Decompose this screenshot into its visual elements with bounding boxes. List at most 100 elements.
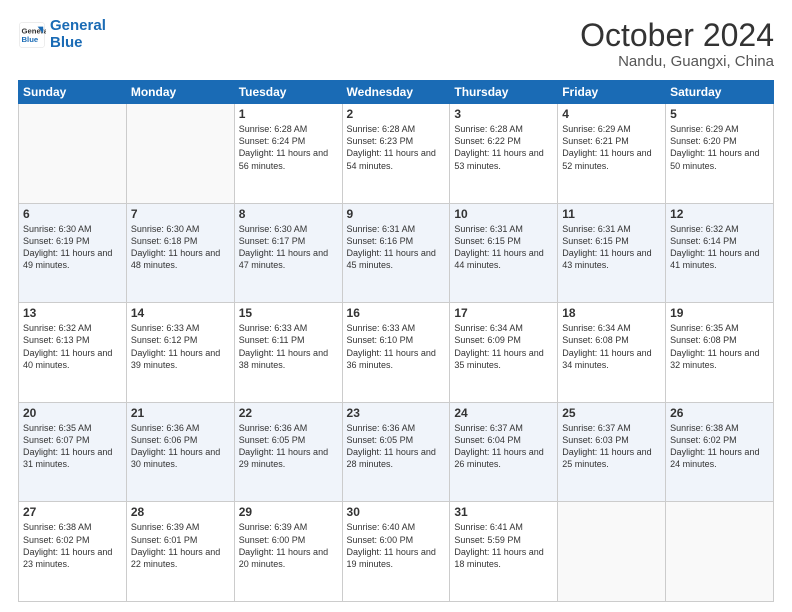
calendar-cell: 7 Sunrise: 6:30 AM Sunset: 6:18 PM Daylig…	[126, 203, 234, 303]
day-info: Sunrise: 6:28 AM Sunset: 6:22 PM Dayligh…	[454, 123, 553, 172]
day-number: 15	[239, 306, 338, 320]
day-info: Sunrise: 6:30 AM Sunset: 6:18 PM Dayligh…	[131, 223, 230, 272]
svg-text:Blue: Blue	[22, 35, 39, 44]
day-info: Sunrise: 6:31 AM Sunset: 6:15 PM Dayligh…	[562, 223, 661, 272]
day-number: 19	[670, 306, 769, 320]
day-info: Sunrise: 6:33 AM Sunset: 6:11 PM Dayligh…	[239, 322, 338, 371]
day-info: Sunrise: 6:37 AM Sunset: 6:03 PM Dayligh…	[562, 422, 661, 471]
day-info: Sunrise: 6:29 AM Sunset: 6:21 PM Dayligh…	[562, 123, 661, 172]
day-number: 13	[23, 306, 122, 320]
calendar-cell: 1 Sunrise: 6:28 AM Sunset: 6:24 PM Daylig…	[234, 104, 342, 204]
day-number: 17	[454, 306, 553, 320]
calendar-cell: 21 Sunrise: 6:36 AM Sunset: 6:06 PM Dayli…	[126, 402, 234, 502]
calendar-cell: 8Sunrise: 6:30 AM Sunset: 6:17 PM Daylig…	[234, 203, 342, 303]
day-number: 16	[347, 306, 446, 320]
calendar-cell: 27 Sunrise: 6:38 AM Sunset: 6:02 PM Dayli…	[19, 502, 127, 602]
logo-icon: General Blue	[18, 21, 46, 49]
weekday-sunday: Sunday	[19, 81, 127, 104]
day-info: Sunrise: 6:41 AM Sunset: 5:59 PM Dayligh…	[454, 521, 553, 570]
page: General Blue GeneralBlue October 2024 Na…	[0, 0, 792, 612]
day-info: Sunrise: 6:39 AM Sunset: 6:00 PM Dayligh…	[239, 521, 338, 570]
calendar-cell: 30Sunrise: 6:40 AM Sunset: 6:00 PM Dayli…	[342, 502, 450, 602]
calendar-cell: 26 Sunrise: 6:38 AM Sunset: 6:02 PM Dayli…	[666, 402, 774, 502]
calendar-cell: 9 Sunrise: 6:31 AM Sunset: 6:16 PM Daylig…	[342, 203, 450, 303]
day-number: 2	[347, 107, 446, 121]
day-info: Sunrise: 6:30 AM Sunset: 6:19 PM Dayligh…	[23, 223, 122, 272]
day-number: 14	[131, 306, 230, 320]
calendar-cell: 3 Sunrise: 6:28 AM Sunset: 6:22 PM Daylig…	[450, 104, 558, 204]
day-number: 21	[131, 406, 230, 420]
day-info: Sunrise: 6:34 AM Sunset: 6:09 PM Dayligh…	[454, 322, 553, 371]
week-row-2: 6 Sunrise: 6:30 AM Sunset: 6:19 PM Daylig…	[19, 203, 774, 303]
day-info: Sunrise: 6:39 AM Sunset: 6:01 PM Dayligh…	[131, 521, 230, 570]
day-number: 20	[23, 406, 122, 420]
calendar-cell: 15 Sunrise: 6:33 AM Sunset: 6:11 PM Dayli…	[234, 303, 342, 403]
weekday-friday: Friday	[558, 81, 666, 104]
day-info: Sunrise: 6:37 AM Sunset: 6:04 PM Dayligh…	[454, 422, 553, 471]
week-row-4: 20 Sunrise: 6:35 AM Sunset: 6:07 PM Dayli…	[19, 402, 774, 502]
day-info: Sunrise: 6:33 AM Sunset: 6:10 PM Dayligh…	[347, 322, 446, 371]
day-number: 11	[562, 207, 661, 221]
day-number: 10	[454, 207, 553, 221]
calendar-cell	[666, 502, 774, 602]
month-title: October 2024	[580, 18, 774, 53]
day-info: Sunrise: 6:36 AM Sunset: 6:06 PM Dayligh…	[131, 422, 230, 471]
weekday-tuesday: Tuesday	[234, 81, 342, 104]
weekday-saturday: Saturday	[666, 81, 774, 104]
day-number: 26	[670, 406, 769, 420]
calendar-cell: 5 Sunrise: 6:29 AM Sunset: 6:20 PM Daylig…	[666, 104, 774, 204]
calendar-cell: 10 Sunrise: 6:31 AM Sunset: 6:15 PM Dayli…	[450, 203, 558, 303]
weekday-header: SundayMondayTuesdayWednesdayThursdayFrid…	[19, 81, 774, 104]
day-info: Sunrise: 6:31 AM Sunset: 6:15 PM Dayligh…	[454, 223, 553, 272]
day-info: Sunrise: 6:36 AM Sunset: 6:05 PM Dayligh…	[239, 422, 338, 471]
calendar-cell: 2Sunrise: 6:28 AM Sunset: 6:23 PM Daylig…	[342, 104, 450, 204]
calendar-cell: 22Sunrise: 6:36 AM Sunset: 6:05 PM Dayli…	[234, 402, 342, 502]
day-number: 3	[454, 107, 553, 121]
day-info: Sunrise: 6:31 AM Sunset: 6:16 PM Dayligh…	[347, 223, 446, 272]
weekday-monday: Monday	[126, 81, 234, 104]
day-number: 25	[562, 406, 661, 420]
calendar: SundayMondayTuesdayWednesdayThursdayFrid…	[18, 80, 774, 602]
day-info: Sunrise: 6:28 AM Sunset: 6:24 PM Dayligh…	[239, 123, 338, 172]
day-number: 1	[239, 107, 338, 121]
day-info: Sunrise: 6:35 AM Sunset: 6:08 PM Dayligh…	[670, 322, 769, 371]
calendar-cell: 20 Sunrise: 6:35 AM Sunset: 6:07 PM Dayli…	[19, 402, 127, 502]
day-number: 9	[347, 207, 446, 221]
calendar-cell: 31 Sunrise: 6:41 AM Sunset: 5:59 PM Dayli…	[450, 502, 558, 602]
day-info: Sunrise: 6:34 AM Sunset: 6:08 PM Dayligh…	[562, 322, 661, 371]
week-row-3: 13 Sunrise: 6:32 AM Sunset: 6:13 PM Dayli…	[19, 303, 774, 403]
day-number: 31	[454, 505, 553, 519]
calendar-cell: 23Sunrise: 6:36 AM Sunset: 6:05 PM Dayli…	[342, 402, 450, 502]
day-number: 28	[131, 505, 230, 519]
day-number: 29	[239, 505, 338, 519]
day-number: 5	[670, 107, 769, 121]
day-number: 4	[562, 107, 661, 121]
calendar-cell: 24 Sunrise: 6:37 AM Sunset: 6:04 PM Dayli…	[450, 402, 558, 502]
calendar-cell	[126, 104, 234, 204]
day-number: 24	[454, 406, 553, 420]
day-number: 8	[239, 207, 338, 221]
day-number: 6	[23, 207, 122, 221]
calendar-cell: 11 Sunrise: 6:31 AM Sunset: 6:15 PM Dayli…	[558, 203, 666, 303]
calendar-cell: 14 Sunrise: 6:33 AM Sunset: 6:12 PM Dayli…	[126, 303, 234, 403]
week-row-1: 1 Sunrise: 6:28 AM Sunset: 6:24 PM Daylig…	[19, 104, 774, 204]
calendar-cell: 19 Sunrise: 6:35 AM Sunset: 6:08 PM Dayli…	[666, 303, 774, 403]
weekday-thursday: Thursday	[450, 81, 558, 104]
calendar-cell: 28 Sunrise: 6:39 AM Sunset: 6:01 PM Dayli…	[126, 502, 234, 602]
calendar-cell: 13 Sunrise: 6:32 AM Sunset: 6:13 PM Dayli…	[19, 303, 127, 403]
day-info: Sunrise: 6:40 AM Sunset: 6:00 PM Dayligh…	[347, 521, 446, 570]
day-number: 18	[562, 306, 661, 320]
title-block: October 2024 Nandu, Guangxi, China	[580, 18, 774, 70]
day-number: 27	[23, 505, 122, 519]
day-info: Sunrise: 6:33 AM Sunset: 6:12 PM Dayligh…	[131, 322, 230, 371]
location: Nandu, Guangxi, China	[580, 53, 774, 70]
day-number: 12	[670, 207, 769, 221]
day-info: Sunrise: 6:35 AM Sunset: 6:07 PM Dayligh…	[23, 422, 122, 471]
day-info: Sunrise: 6:32 AM Sunset: 6:13 PM Dayligh…	[23, 322, 122, 371]
day-info: Sunrise: 6:29 AM Sunset: 6:20 PM Dayligh…	[670, 123, 769, 172]
day-number: 7	[131, 207, 230, 221]
day-info: Sunrise: 6:38 AM Sunset: 6:02 PM Dayligh…	[670, 422, 769, 471]
day-info: Sunrise: 6:38 AM Sunset: 6:02 PM Dayligh…	[23, 521, 122, 570]
calendar-cell: 12 Sunrise: 6:32 AM Sunset: 6:14 PM Dayli…	[666, 203, 774, 303]
day-info: Sunrise: 6:32 AM Sunset: 6:14 PM Dayligh…	[670, 223, 769, 272]
